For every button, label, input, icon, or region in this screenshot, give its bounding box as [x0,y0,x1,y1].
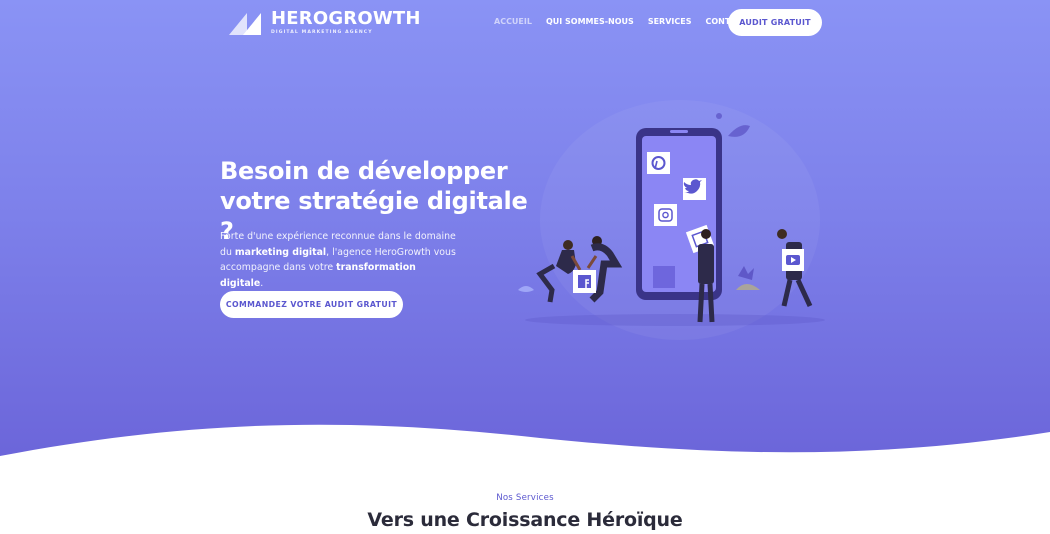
hero-description: Forte d'une expérience reconnue dans le … [220,229,460,291]
logo-mark-icon [229,13,261,35]
para-text-3: . [260,277,264,289]
facebook-icon [573,270,596,293]
services-title: Vers une Croissance Héroïque [367,509,683,531]
brand-text: HEROGROWTH DIGITAL MARKETING AGENCY [271,8,421,36]
headline-line-1: Besoin de développer [220,157,508,185]
audit-gratuit-button[interactable]: AUDIT GRATUIT [728,9,822,36]
hero-wave-divider [0,424,1050,480]
services-eyebrow: Nos Services [496,493,554,503]
nav-item-qui-sommes-nous[interactable]: QUI SOMMES-NOUS [546,17,634,27]
para-bold-marketing: marketing digital [234,246,327,258]
nav-item-accueil[interactable]: ACCUEIL [494,17,532,27]
main-nav: ACCUEIL QUI SOMMES-NOUS SERVICES CONTACT [494,17,761,27]
commander-audit-button[interactable]: COMMANDEZ VOTRE AUDIT GRATUIT [220,291,403,318]
hero-illustration [518,113,825,326]
twitter-icon [683,178,706,200]
brand-logo[interactable]: HEROGROWTH DIGITAL MARKETING AGENCY [229,8,421,36]
youtube-icon [782,249,804,271]
nav-item-services[interactable]: SERVICES [648,17,692,27]
leaf-icon [728,125,750,137]
brand-tagline: DIGITAL MARKETING AGENCY [271,30,373,35]
brand-name: HEROGROWTH [271,8,421,29]
pinterest-icon [647,152,670,174]
instagram-icon [654,204,677,226]
hero-section: HEROGROWTH DIGITAL MARKETING AGENCY ACCU… [0,0,1050,480]
